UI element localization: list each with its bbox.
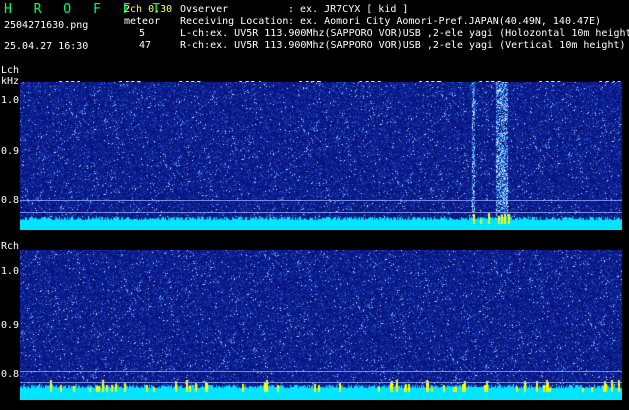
rch-label: Rch bbox=[1, 242, 19, 252]
rch-grid-line-2 bbox=[20, 382, 622, 383]
location-value: : ex. Aomori City Aomori-Pref.JAPAN(40.4… bbox=[288, 17, 601, 27]
lch-grid-line-1 bbox=[20, 200, 622, 201]
lch-grid-line-2 bbox=[20, 212, 622, 213]
type-label: meteor bbox=[124, 17, 160, 27]
lch-ytick-1: 1.0 bbox=[1, 96, 19, 106]
rch-spectrogram bbox=[20, 250, 622, 400]
datetime: 25.04.27 16:30 bbox=[4, 42, 88, 52]
mode-label: 2ch 0.30 bbox=[124, 5, 172, 15]
observer-value: : ex. JR7CYX [ kid ] bbox=[288, 5, 408, 15]
lch-spectrogram-canvas bbox=[20, 82, 622, 230]
lch-spectrogram bbox=[20, 82, 622, 230]
observer-label: Ovserver bbox=[180, 5, 228, 15]
location-label: Receiving Location bbox=[180, 17, 288, 27]
lch-label: Lch bbox=[1, 66, 19, 76]
lch-info: L-ch:ex. UV5R 113.900Mhz(SAPPORO VOR)USB… bbox=[180, 29, 629, 39]
lch-count: 5 bbox=[139, 29, 145, 39]
rch-ytick-1: 1.0 bbox=[1, 267, 19, 277]
rch-count: 47 bbox=[139, 41, 151, 51]
rch-ytick-3: 0.8 bbox=[1, 370, 19, 380]
filename: 2504271630.png bbox=[4, 21, 88, 31]
lch-unit: kHz bbox=[1, 77, 19, 87]
rch-spectrogram-canvas bbox=[20, 250, 622, 400]
rch-info: R-ch:ex. UV5R 113.900Mhz(SAPPORO VOR)USB… bbox=[180, 41, 626, 51]
rch-ytick-2: 0.9 bbox=[1, 321, 19, 331]
lch-ytick-3: 0.8 bbox=[1, 196, 19, 206]
rch-grid-line-1 bbox=[20, 371, 622, 372]
lch-ytick-2: 0.9 bbox=[1, 147, 19, 157]
